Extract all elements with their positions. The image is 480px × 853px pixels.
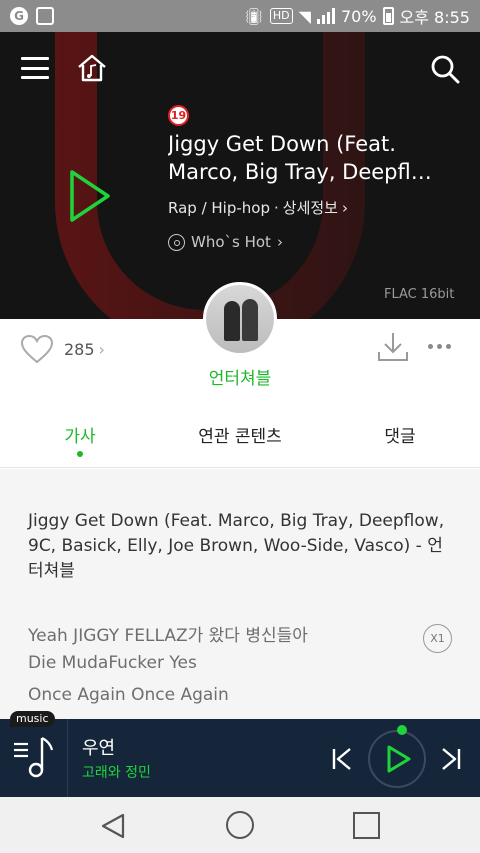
genre-details-link[interactable]: Rap / Hip-hop · 상세정보 › — [168, 197, 348, 218]
separator: · — [273, 198, 279, 217]
battery-icon — [382, 7, 394, 25]
lyrics-header: Jiggy Get Down (Feat. Marco, Big Tray, D… — [28, 511, 445, 581]
home-circle-icon[interactable] — [226, 811, 254, 839]
recent-apps-icon[interactable] — [353, 812, 380, 839]
hd-voice-icon: HD — [269, 8, 293, 24]
battery-percent: 70% — [340, 6, 377, 26]
chevron-right-icon: › — [276, 233, 283, 251]
image-notification-icon — [36, 7, 54, 25]
audio-quality-label: FLAC 16bit — [384, 287, 455, 302]
next-track-icon[interactable] — [440, 747, 462, 771]
artist-avatar[interactable] — [203, 282, 277, 356]
lyric-line: Once Again Once Again — [28, 685, 229, 705]
vibrate-icon: 📳︎ — [243, 6, 264, 26]
genre-label: Rap / Hip-hop — [168, 198, 270, 217]
lyrics-speed-button[interactable]: X1 — [423, 624, 452, 653]
playback-progress-indicator — [397, 725, 407, 735]
now-playing-artist[interactable]: 고래와 정민 — [82, 762, 151, 782]
back-icon[interactable] — [99, 812, 127, 840]
lyric-line: Die MudaFucker Yes — [28, 653, 197, 673]
mini-play-button[interactable] — [368, 725, 426, 788]
like-count: 285 — [64, 339, 95, 359]
screen: G 📳︎ HD ◥ 70% 오후 8:55 19 Jiggy Get Down — [0, 0, 480, 853]
signal-icon — [316, 8, 335, 24]
lyrics-panel[interactable]: Jiggy Get Down (Feat. Marco, Big Tray, D… — [0, 469, 480, 719]
song-title: Jiggy Get Down (Feat. Marco, Big Tray, D… — [168, 132, 432, 184]
status-time: 오후 8:55 — [399, 8, 470, 27]
chevron-right-icon: › — [98, 339, 105, 359]
active-tab-indicator — [77, 451, 83, 457]
home-music-icon[interactable] — [76, 52, 108, 84]
now-playing-title[interactable]: 우연 — [82, 734, 115, 760]
tab-lyrics[interactable]: 가사 — [0, 414, 160, 467]
like-area[interactable]: 285 › — [20, 334, 105, 364]
playlist-icon[interactable] — [12, 736, 56, 780]
artist-name[interactable]: 언터쳐블 — [0, 364, 480, 389]
tab-comments[interactable]: 댓글 — [320, 414, 480, 467]
chevron-right-icon: › — [341, 198, 348, 217]
who-hot-link[interactable]: Who`s Hot › — [168, 233, 283, 251]
heart-icon[interactable] — [20, 334, 54, 364]
wifi-icon: ◥ — [298, 6, 311, 26]
search-icon[interactable] — [430, 54, 460, 84]
age-rating-badge: 19 — [168, 105, 189, 126]
details-label: 상세정보 — [282, 199, 338, 217]
disc-icon — [168, 233, 185, 251]
status-bar: G 📳︎ HD ◥ 70% 오후 8:55 — [0, 0, 480, 32]
who-hot-label: Who`s Hot — [191, 233, 271, 251]
lyric-line: Yeah JIGGY FELLAZ가 왔다 병신들아 — [28, 626, 308, 646]
play-icon — [387, 745, 411, 773]
previous-track-icon[interactable] — [331, 747, 353, 771]
music-tag: music — [10, 711, 55, 727]
download-icon[interactable] — [376, 330, 410, 364]
menu-icon[interactable] — [21, 57, 49, 79]
play-icon[interactable] — [68, 168, 112, 224]
content-tabs: 가사 연관 콘텐츠 댓글 — [0, 414, 480, 468]
app-notification-icon: G — [10, 7, 28, 25]
more-options-icon[interactable] — [428, 344, 451, 349]
tab-related-content[interactable]: 연관 콘텐츠 — [160, 414, 320, 467]
